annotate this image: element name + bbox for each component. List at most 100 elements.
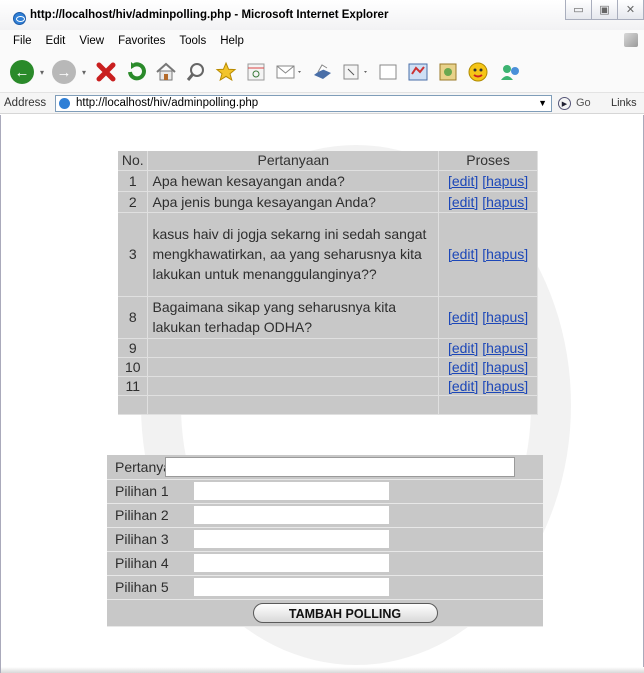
- contacts-icon: [501, 65, 520, 80]
- menu-help[interactable]: Help: [220, 35, 244, 47]
- edit-link[interactable]: [edit]: [448, 173, 478, 189]
- option-input-cell: [193, 551, 543, 576]
- delete-link[interactable]: [hapus]: [482, 194, 528, 210]
- option-label: Pilihan 1: [107, 479, 193, 504]
- edit-link[interactable]: [edit]: [448, 246, 478, 262]
- row-actions: [edit] [hapus]: [438, 212, 538, 297]
- question-input[interactable]: [165, 456, 515, 477]
- msn-icon: [468, 62, 488, 82]
- mail-icon: [276, 65, 302, 79]
- minimize-button[interactable]: ▭: [565, 0, 592, 20]
- menu-favorites[interactable]: Favorites: [118, 35, 165, 47]
- edit-link[interactable]: [edit]: [448, 194, 478, 210]
- question-input-cell: [165, 455, 543, 480]
- menu-tools[interactable]: Tools: [179, 35, 206, 47]
- page-content: No. Pertanyaan Proses 1 Apa hewan kesaya…: [0, 115, 644, 673]
- delete-link[interactable]: [hapus]: [482, 340, 528, 356]
- mail-button[interactable]: [274, 59, 304, 85]
- delete-link[interactable]: [hapus]: [482, 246, 528, 262]
- row-number: 2: [118, 191, 149, 213]
- table-row: 11 [edit] [hapus]: [118, 376, 538, 396]
- address-bar: Address http://localhost/hiv/adminpollin…: [0, 92, 644, 114]
- option-input-cell: [193, 503, 543, 528]
- research-icon: [408, 63, 428, 81]
- msn-button[interactable]: [466, 59, 492, 85]
- option-5-input[interactable]: [193, 577, 390, 597]
- research-button[interactable]: [406, 59, 430, 85]
- print-button[interactable]: [310, 59, 334, 85]
- option-1-input[interactable]: [193, 481, 390, 501]
- toolbar: ← ▾ → ▾: [0, 52, 644, 92]
- column-header-question: Pertanyaan: [147, 151, 440, 171]
- row-number: 9: [118, 338, 149, 358]
- delete-link[interactable]: [hapus]: [482, 173, 528, 189]
- menu-view[interactable]: View: [79, 35, 104, 47]
- history-button[interactable]: [244, 59, 268, 85]
- delete-link[interactable]: [hapus]: [482, 359, 528, 375]
- table-row: 3 kasus haiv di jogja sekarng ini sedah …: [118, 212, 538, 297]
- option-2-input[interactable]: [193, 505, 390, 525]
- forward-button[interactable]: →: [52, 59, 77, 85]
- contacts-button[interactable]: [498, 59, 524, 85]
- forward-dropdown-icon[interactable]: ▾: [82, 68, 86, 77]
- links-button[interactable]: Links: [611, 97, 637, 109]
- edit-icon: [343, 64, 368, 80]
- search-icon: [186, 63, 205, 81]
- row-question: Apa hewan kesayangan anda?: [147, 170, 440, 192]
- search-button[interactable]: [184, 59, 208, 85]
- table-row: 10 [edit] [hapus]: [118, 357, 538, 377]
- home-icon: [156, 62, 176, 81]
- row-question: [147, 338, 440, 358]
- menu-bar: File Edit View Favorites Tools Help: [0, 30, 644, 52]
- row-question: [147, 357, 440, 377]
- close-button[interactable]: ✕: [617, 0, 644, 20]
- discuss-button[interactable]: [376, 59, 400, 85]
- history-icon: [247, 63, 265, 81]
- row-question: Bagaimana sikap yang seharusnya kita lak…: [147, 296, 440, 339]
- menu-file[interactable]: File: [13, 35, 32, 47]
- option-3-input[interactable]: [193, 529, 390, 549]
- delete-link[interactable]: [hapus]: [482, 309, 528, 325]
- column-header-process: Proses: [438, 151, 538, 171]
- menu-edit[interactable]: Edit: [46, 35, 66, 47]
- refresh-button[interactable]: [124, 59, 148, 85]
- edit-button[interactable]: [340, 59, 370, 85]
- go-arrow-icon[interactable]: ▶: [558, 97, 571, 110]
- messenger-button[interactable]: [436, 59, 460, 85]
- option-4-input[interactable]: [193, 553, 390, 573]
- form-row-option: Pilihan 5: [107, 575, 543, 600]
- favorites-icon: [215, 61, 237, 82]
- address-input[interactable]: http://localhost/hiv/adminpolling.php ▼: [55, 95, 552, 112]
- edit-link[interactable]: [edit]: [448, 378, 478, 394]
- add-polling-button[interactable]: TAMBAH POLLING: [252, 602, 438, 623]
- table-row: 8 Bagaimana sikap yang seharusnya kita l…: [118, 296, 538, 339]
- go-button[interactable]: Go: [576, 97, 591, 109]
- refresh-icon: [128, 62, 146, 81]
- add-polling-form: Pertanyaan Pilihan 1 Pilihan 2 Pilihan 3…: [107, 455, 543, 627]
- maximize-button[interactable]: ▣: [591, 0, 618, 20]
- edit-link[interactable]: [edit]: [448, 309, 478, 325]
- back-dropdown-icon[interactable]: ▾: [40, 68, 44, 77]
- row-actions: [edit] [hapus]: [438, 376, 538, 396]
- window-title: http://localhost/hiv/adminpolling.php - …: [30, 9, 389, 21]
- table-row: 2 Apa jenis bunga kesayangan Anda? [edit…: [118, 191, 538, 213]
- forward-icon: →: [52, 60, 77, 84]
- form-row-option: Pilihan 3: [107, 527, 543, 552]
- delete-link[interactable]: [hapus]: [482, 378, 528, 394]
- edit-link[interactable]: [edit]: [448, 340, 478, 356]
- option-label: Pilihan 5: [107, 575, 193, 600]
- table-row: 1 Apa hewan kesayangan anda? [edit] [hap…: [118, 170, 538, 192]
- messenger-icon: [439, 63, 457, 81]
- internet-explorer-icon: [13, 12, 26, 25]
- form-row-option: Pilihan 4: [107, 551, 543, 576]
- back-button[interactable]: ←: [10, 59, 34, 85]
- stop-button[interactable]: [94, 59, 118, 85]
- home-button[interactable]: [154, 59, 178, 85]
- stop-icon: [96, 62, 116, 82]
- row-actions: [edit] [hapus]: [438, 296, 538, 339]
- row-actions: [edit] [hapus]: [438, 357, 538, 377]
- address-dropdown-icon[interactable]: ▼: [538, 96, 547, 111]
- edit-link[interactable]: [edit]: [448, 359, 478, 375]
- form-row-question: Pertanyaan: [107, 455, 543, 480]
- favorites-button[interactable]: [214, 59, 238, 85]
